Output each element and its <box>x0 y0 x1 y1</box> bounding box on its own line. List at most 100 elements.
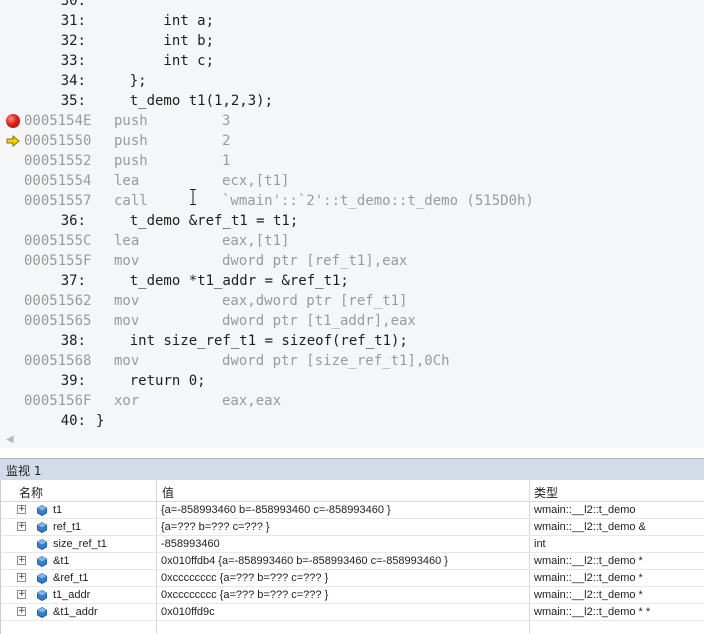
instruction-opcode: mov <box>114 313 140 329</box>
watch-name-cell[interactable]: &ref_t1 <box>53 572 88 584</box>
watch-row[interactable]: + ref_t1 {a=??? b=??? c=??? } wmain::__l2::… <box>1 519 704 536</box>
source-line[interactable]: 40:} <box>0 411 704 431</box>
watch-row[interactable]: + t1_addr 0xcccccccc {a=??? b=??? c=??? } w… <box>1 587 704 604</box>
watch-object-icon <box>37 573 47 584</box>
disassembly-pane[interactable]: 30: 31: int a; 32: int b; 33: int c; 34: }; 3… <box>0 0 704 448</box>
source-line-number: 37: <box>60 273 86 289</box>
instruction-opcode: mov <box>114 253 140 269</box>
expand-plus-icon[interactable]: + <box>17 522 26 531</box>
asm-line[interactable]: 00051552 push 1 <box>0 151 704 171</box>
instruction-opcode: xor <box>114 393 140 409</box>
instruction-pointer-icon[interactable] <box>6 135 20 147</box>
watch-row[interactable]: + t1 {a=-858993460 b=-858993460 c=-8589934… <box>1 502 704 519</box>
instruction-address: 00051554 <box>24 173 92 189</box>
source-code-text: t_demo t1(1,2,3); <box>96 93 274 109</box>
watch-name-cell[interactable]: &t1_addr <box>53 606 98 618</box>
asm-line[interactable]: 00051568 mov dword ptr [size_ref_t1],0Ch <box>0 351 704 371</box>
instruction-address: 00051568 <box>24 353 92 369</box>
watch-panel[interactable]: 名称 值 类型 + t1 {a=-858993460 b=-858993460 c=… <box>0 480 704 634</box>
instruction-operands: dword ptr [ref_t1],eax <box>222 253 408 269</box>
instruction-opcode: lea <box>114 173 140 189</box>
watch-name-cell[interactable]: t1 <box>53 504 62 516</box>
expand-plus-icon[interactable]: + <box>17 607 26 616</box>
asm-line[interactable]: 0005154E push 3 <box>0 111 704 131</box>
watch-value-cell[interactable]: 0x010ffdb4 {a=-858993460 b=-858993460 c=… <box>161 555 448 567</box>
instruction-address: 0005155F <box>24 253 92 269</box>
source-line-number: 34: <box>60 73 86 89</box>
asm-line[interactable]: 00051562 mov eax,dword ptr [ref_t1] <box>0 291 704 311</box>
watch-column-header: 名称 值 类型 <box>1 480 704 502</box>
asm-line[interactable]: 0005156F xor eax,eax <box>0 391 704 411</box>
watch-row[interactable]: + &ref_t1 0xcccccccc {a=??? b=??? c=??? } w… <box>1 570 704 587</box>
watch-panel-header: 监视 1 <box>0 458 704 480</box>
source-code-text: int c; <box>96 53 215 69</box>
source-line[interactable]: 36: t_demo &ref_t1 = t1; <box>0 211 704 231</box>
watch-type-cell: wmain::__l2::t_demo * <box>534 589 643 601</box>
horizontal-scrollbar[interactable]: ◀ <box>0 432 704 448</box>
watch-value-cell[interactable]: 0xcccccccc {a=??? b=??? c=??? } <box>161 589 328 601</box>
source-line-number: 38: <box>60 333 86 349</box>
source-code-text: int size_ref_t1 = sizeof(ref_t1); <box>96 333 408 349</box>
asm-line[interactable]: 00051554 lea ecx,[t1] <box>0 171 704 191</box>
column-header-type[interactable]: 类型 <box>534 484 558 501</box>
watch-row[interactable]: size_ref_t1 -858993460 int <box>1 536 704 553</box>
watch-name-cell[interactable]: size_ref_t1 <box>53 538 107 550</box>
source-code-text: int b; <box>96 33 215 49</box>
source-line[interactable]: 39: return 0; <box>0 371 704 391</box>
watch-value-cell[interactable]: 0xcccccccc {a=??? b=??? c=??? } <box>161 572 328 584</box>
instruction-opcode: mov <box>114 353 140 369</box>
watch-name-cell[interactable]: &t1 <box>53 555 70 567</box>
instruction-opcode: call <box>114 193 148 209</box>
asm-line[interactable]: 00051565 mov dword ptr [t1_addr],eax <box>0 311 704 331</box>
instruction-opcode: lea <box>114 233 140 249</box>
watch-row[interactable]: + &t1 0x010ffdb4 {a=-858993460 b=-85899346… <box>1 553 704 570</box>
source-line[interactable]: 31: int a; <box>0 11 704 31</box>
source-line[interactable]: 38: int size_ref_t1 = sizeof(ref_t1); <box>0 331 704 351</box>
watch-value-cell[interactable]: {a=??? b=??? c=??? } <box>161 521 270 533</box>
instruction-opcode: mov <box>114 293 140 309</box>
watch-panel-title: 监视 1 <box>6 464 42 478</box>
asm-line[interactable]: 00051550 push 2 <box>0 131 704 151</box>
column-header-value[interactable]: 值 <box>162 484 174 501</box>
breakpoint-icon[interactable] <box>6 114 20 128</box>
watch-type-cell: wmain::__l2::t_demo * <box>534 572 643 584</box>
watch-type-cell: wmain::__l2::t_demo <box>534 504 636 516</box>
asm-line[interactable]: 00051557 call `wmain'::`2'::t_demo::t_demo… <box>0 191 704 211</box>
instruction-opcode: push <box>114 153 148 169</box>
watch-value-cell[interactable]: {a=-858993460 b=-858993460 c=-858993460 … <box>161 504 391 516</box>
column-header-name[interactable]: 名称 <box>19 484 43 501</box>
source-line-number: 36: <box>60 213 86 229</box>
source-line[interactable]: 37: t_demo *t1_addr = &ref_t1; <box>0 271 704 291</box>
scroll-left-icon[interactable]: ◀ <box>6 434 14 445</box>
instruction-operands: 2 <box>222 133 231 149</box>
watch-name-cell[interactable]: t1_addr <box>53 589 90 601</box>
watch-type-cell: wmain::__l2::t_demo * * <box>534 606 651 618</box>
watch-value-cell[interactable]: 0x010ffd9c <box>161 606 215 618</box>
asm-line[interactable]: 0005155F mov dword ptr [ref_t1],eax <box>0 251 704 271</box>
expand-plus-icon[interactable]: + <box>17 590 26 599</box>
instruction-opcode: push <box>114 133 148 149</box>
expand-plus-icon[interactable]: + <box>17 505 26 514</box>
instruction-address: 00051552 <box>24 153 92 169</box>
watch-type-cell: wmain::__l2::t_demo & <box>534 521 646 533</box>
watch-object-icon <box>37 522 47 533</box>
watch-object-icon <box>37 505 47 516</box>
source-code-text: t_demo *t1_addr = &ref_t1; <box>96 273 349 289</box>
expand-plus-icon[interactable]: + <box>17 573 26 582</box>
source-line[interactable]: 30: <box>0 0 704 11</box>
source-line[interactable]: 33: int c; <box>0 51 704 71</box>
source-line[interactable]: 32: int b; <box>0 31 704 51</box>
source-code-text: return 0; <box>96 373 206 389</box>
source-line-number: 32: <box>60 33 86 49</box>
watch-value-cell[interactable]: -858993460 <box>161 538 220 550</box>
instruction-operands: ecx,[t1] <box>222 173 290 189</box>
source-line[interactable]: 34: }; <box>0 71 704 91</box>
instruction-address: 00051562 <box>24 293 92 309</box>
source-code-text: }; <box>96 73 147 89</box>
expand-plus-icon[interactable]: + <box>17 556 26 565</box>
source-line[interactable]: 35: t_demo t1(1,2,3); <box>0 91 704 111</box>
watch-object-icon <box>37 607 47 618</box>
asm-line[interactable]: 0005155C lea eax,[t1] <box>0 231 704 251</box>
watch-row[interactable]: + &t1_addr 0x010ffd9c wmain::__l2::t_demo *… <box>1 604 704 621</box>
watch-name-cell[interactable]: ref_t1 <box>53 521 81 533</box>
